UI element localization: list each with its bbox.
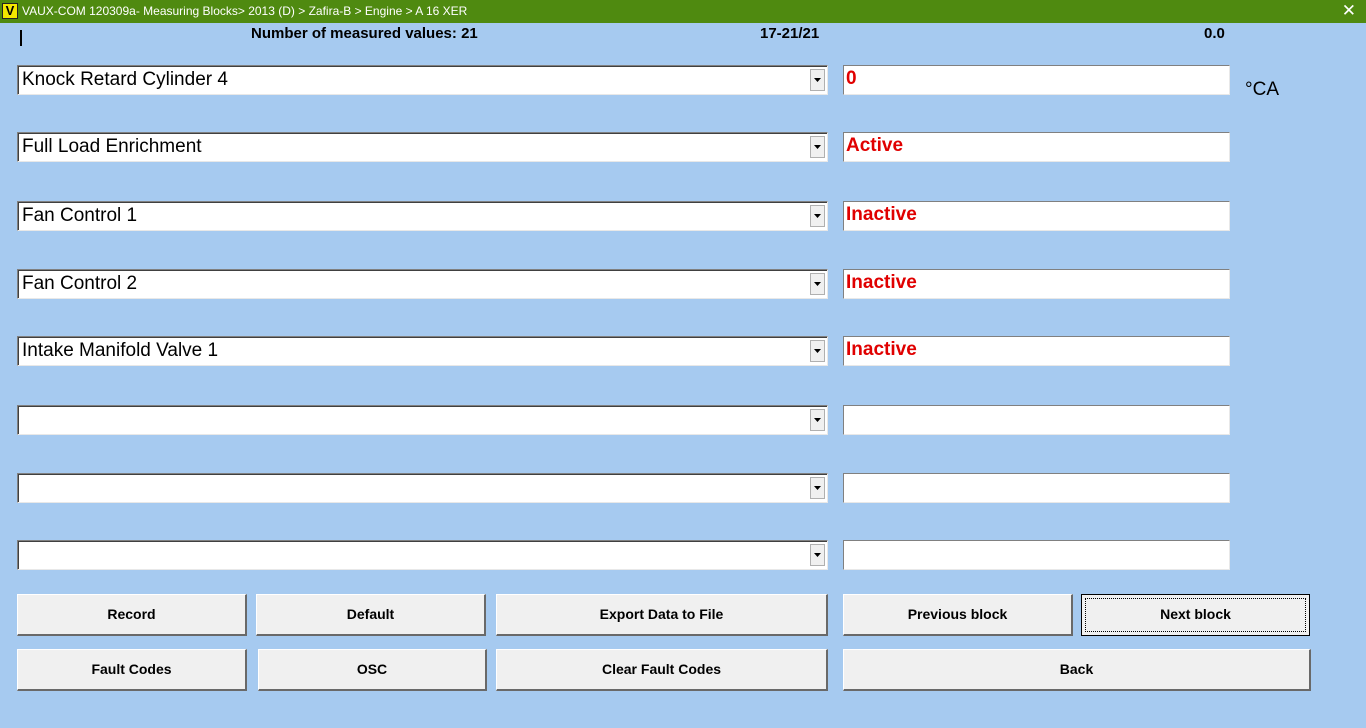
measure-row: Fan Control 2 Inactive xyxy=(0,269,1366,299)
chevron-down-icon[interactable] xyxy=(810,409,825,431)
value-text: Inactive xyxy=(846,339,917,360)
record-button[interactable]: Record xyxy=(17,594,247,636)
value-field xyxy=(843,405,1230,435)
block-range: 17-21/21 xyxy=(760,25,820,42)
parameter-label: Fan Control 2 xyxy=(22,273,138,294)
value-field xyxy=(843,540,1230,570)
export-data-button[interactable]: Export Data to File xyxy=(496,594,828,636)
value-text: Active xyxy=(846,135,904,156)
measure-row xyxy=(0,540,1366,570)
value-text: Inactive xyxy=(846,272,917,293)
parameter-label: Fan Control 1 xyxy=(22,205,138,226)
parameter-label: Full Load Enrichment xyxy=(22,136,202,157)
previous-block-button[interactable]: Previous block xyxy=(843,594,1073,636)
time-value: 0.0 xyxy=(1204,25,1225,42)
unit-label: °CA xyxy=(1245,79,1279,100)
parameter-select[interactable]: Full Load Enrichment xyxy=(17,132,828,162)
measure-row: Fan Control 1 Inactive xyxy=(0,201,1366,231)
next-block-button[interactable]: Next block xyxy=(1081,594,1310,636)
value-field: Inactive xyxy=(843,336,1230,366)
chevron-down-icon[interactable] xyxy=(810,205,825,227)
close-icon[interactable]: ✕ xyxy=(1342,0,1356,22)
chevron-down-icon[interactable] xyxy=(810,136,825,158)
parameter-select[interactable] xyxy=(17,540,828,570)
parameter-label: Intake Manifold Valve 1 xyxy=(22,340,219,361)
fault-codes-button[interactable]: Fault Codes xyxy=(17,649,247,691)
text-cursor-marker xyxy=(20,30,22,46)
chevron-down-icon[interactable] xyxy=(810,477,825,499)
measure-row xyxy=(0,473,1366,503)
value-field xyxy=(843,473,1230,503)
measure-row: Intake Manifold Valve 1 Inactive xyxy=(0,336,1366,366)
back-button[interactable]: Back xyxy=(843,649,1311,691)
value-text: 0 xyxy=(846,68,857,89)
chevron-down-icon[interactable] xyxy=(810,544,825,566)
window-title: VAUX-COM 120309a- Measuring Blocks> 2013… xyxy=(22,4,468,18)
value-field: 0 xyxy=(843,65,1230,95)
app-logo-icon: V xyxy=(2,3,18,19)
parameter-select[interactable] xyxy=(17,405,828,435)
parameter-select[interactable] xyxy=(17,473,828,503)
parameter-select[interactable]: Fan Control 1 xyxy=(17,201,828,231)
parameter-select[interactable]: Knock Retard Cylinder 4 xyxy=(17,65,828,95)
osc-button[interactable]: OSC xyxy=(258,649,487,691)
parameter-select[interactable]: Intake Manifold Valve 1 xyxy=(17,336,828,366)
parameter-select[interactable]: Fan Control 2 xyxy=(17,269,828,299)
value-text: Inactive xyxy=(846,204,917,225)
measure-row: Knock Retard Cylinder 4 0 xyxy=(0,65,1366,95)
clear-fault-codes-button[interactable]: Clear Fault Codes xyxy=(496,649,828,691)
chevron-down-icon[interactable] xyxy=(810,69,825,91)
measure-row xyxy=(0,405,1366,435)
measured-values-count: Number of measured values: 21 xyxy=(251,25,478,42)
value-field: Inactive xyxy=(843,201,1230,231)
value-field: Active xyxy=(843,132,1230,162)
value-field: Inactive xyxy=(843,269,1230,299)
title-bar: V VAUX-COM 120309a- Measuring Blocks> 20… xyxy=(0,0,1366,23)
chevron-down-icon[interactable] xyxy=(810,340,825,362)
parameter-label: Knock Retard Cylinder 4 xyxy=(22,69,228,90)
default-button[interactable]: Default xyxy=(256,594,486,636)
chevron-down-icon[interactable] xyxy=(810,273,825,295)
measure-row: Full Load Enrichment Active xyxy=(0,132,1366,162)
